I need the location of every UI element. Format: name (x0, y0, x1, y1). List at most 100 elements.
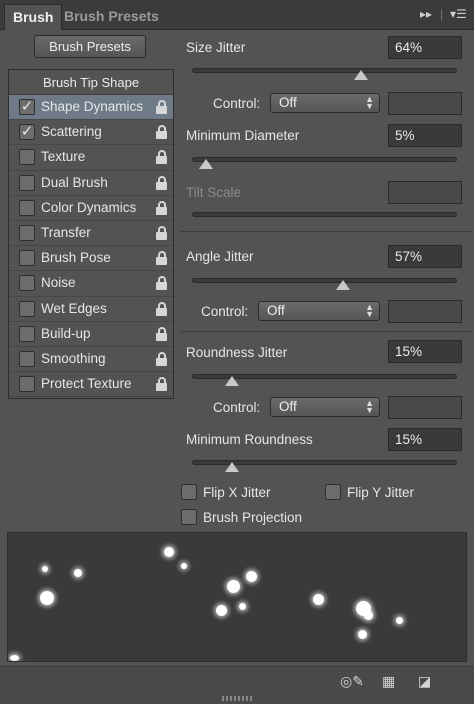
lock-icon[interactable] (155, 150, 167, 165)
minimum-roundness-thumb[interactable] (225, 462, 240, 472)
sidebar-item-checkbox[interactable] (19, 350, 35, 367)
angle-control-label: Control: (201, 304, 249, 319)
brush-dab (313, 594, 324, 605)
minimum-diameter-label: Minimum Diameter (186, 128, 300, 143)
sidebar-item-transfer[interactable]: Transfer (9, 221, 173, 247)
angle-control-extra-field (388, 300, 462, 323)
angle-jitter-slider[interactable] (192, 278, 457, 290)
sidebar-item-label: Wet Edges (41, 300, 107, 316)
brush-options-list: Brush Tip Shape ✓ Shape Dynamics ✓ Scatteri… (8, 69, 174, 399)
minimum-diameter-thumb[interactable] (199, 159, 214, 169)
sidebar-item-checkbox[interactable] (19, 376, 35, 393)
updown-arrow-icon: ▲ ▼ (365, 398, 374, 415)
brush-tip-shape-item[interactable]: Brush Tip Shape (9, 70, 173, 95)
brush-dab (246, 571, 257, 582)
sidebar-item-shape-dynamics[interactable]: ✓ Shape Dynamics (9, 95, 173, 121)
panel-menu-icon[interactable]: ▾☰ (450, 7, 467, 21)
sidebar-item-checkbox[interactable] (19, 325, 35, 342)
size-jitter-field[interactable]: 64% (388, 36, 462, 59)
minimum-roundness-label: Minimum Roundness (186, 432, 313, 447)
sidebar-item-label: Build-up (41, 325, 91, 341)
angle-jitter-thumb[interactable] (335, 280, 350, 290)
size-control-select[interactable]: Off ▲ ▼ (270, 93, 380, 113)
minimum-roundness-slider[interactable] (192, 460, 457, 472)
sidebar-item-dual-brush[interactable]: Dual Brush (9, 171, 173, 196)
sidebar-item-checkbox[interactable]: ✓ (19, 99, 35, 115)
sidebar-item-checkbox[interactable] (19, 174, 35, 191)
brush-dab (216, 605, 227, 616)
sidebar-item-scattering[interactable]: ✓ Scattering (9, 120, 173, 146)
flip-x-checkbox[interactable] (181, 484, 197, 500)
lock-icon[interactable] (155, 251, 167, 266)
lock-icon[interactable] (155, 276, 167, 291)
lock-icon[interactable] (155, 351, 167, 366)
sidebar-item-protect-texture[interactable]: Protect Texture (9, 372, 173, 398)
flip-y-label: Flip Y Jitter (347, 485, 415, 500)
lock-icon[interactable] (155, 225, 167, 240)
panel-footer: ◎✎ ▦ ◪ (0, 666, 474, 704)
resize-grip[interactable] (222, 696, 252, 701)
lock-icon[interactable] (155, 175, 167, 190)
angle-jitter-field[interactable]: 57% (388, 245, 462, 268)
sidebar-item-checkbox[interactable] (19, 149, 35, 166)
size-control-label: Control: (213, 96, 261, 111)
brush-dab (181, 563, 187, 569)
sidebar-item-label: Color Dynamics (41, 199, 137, 215)
lock-icon[interactable] (155, 326, 167, 341)
sidebar-item-label: Texture (41, 149, 86, 165)
sidebar-item-label: Brush Pose (41, 250, 111, 266)
tab-bar: Brush Brush Presets ▸▸ | ▾☰ (0, 0, 474, 30)
minimum-diameter-field[interactable]: 5% (388, 124, 462, 147)
sidebar-item-smoothing[interactable]: Smoothing (9, 347, 173, 373)
angle-control-value: Off (267, 303, 285, 318)
size-control-extra-field (388, 92, 462, 115)
tab-brush[interactable]: Brush (4, 4, 63, 30)
sidebar-item-checkbox[interactable] (19, 199, 35, 216)
new-preset-icon[interactable]: ◪ (418, 673, 431, 690)
sidebar-item-label: Scattering (41, 124, 102, 140)
brush-dab (164, 547, 174, 557)
roundness-control-select[interactable]: Off ▲ ▼ (270, 397, 380, 417)
lock-icon[interactable] (155, 377, 167, 392)
brush-presets-button[interactable]: Brush Presets (34, 35, 146, 58)
sidebar-item-color-dynamics[interactable]: Color Dynamics (9, 196, 173, 221)
sidebar-item-checkbox[interactable]: ✓ (19, 124, 35, 141)
lock-icon[interactable] (155, 125, 167, 140)
roundness-jitter-slider[interactable] (192, 374, 457, 386)
angle-control-select[interactable]: Off ▲ ▼ (258, 301, 380, 321)
grid-icon[interactable]: ▦ (382, 673, 395, 690)
sidebar-item-checkbox[interactable] (19, 224, 35, 241)
flip-y-checkbox[interactable] (325, 484, 341, 500)
brush-projection-label: Brush Projection (203, 510, 303, 525)
tab-brush-presets[interactable]: Brush Presets (56, 4, 167, 30)
lock-icon[interactable] (155, 301, 167, 316)
double-chevron-right-icon[interactable]: ▸▸ (420, 7, 432, 21)
sidebar-item-wet-edges[interactable]: Wet Edges (9, 297, 173, 322)
sidebar-item-build-up[interactable]: Build-up (9, 322, 173, 347)
minimum-diameter-slider[interactable] (192, 157, 457, 169)
roundness-jitter-label: Roundness Jitter (186, 345, 288, 360)
eye-brush-icon[interactable]: ◎✎ (340, 673, 364, 690)
roundness-jitter-thumb[interactable] (225, 376, 240, 386)
sidebar-item-label: Noise (41, 275, 76, 291)
sidebar-item-label: Transfer (41, 224, 91, 240)
sidebar-item-checkbox[interactable] (19, 300, 35, 317)
lock-icon[interactable] (155, 200, 167, 215)
sidebar-item-checkbox[interactable] (19, 275, 35, 292)
sidebar-item-label: Shape Dynamics (41, 99, 144, 114)
brush-dab (42, 566, 48, 572)
roundness-jitter-field[interactable]: 15% (388, 340, 462, 363)
sidebar-item-texture[interactable]: Texture (9, 145, 173, 171)
divider (180, 231, 472, 232)
sidebar-item-noise[interactable]: Noise (9, 271, 173, 297)
size-jitter-slider[interactable] (192, 68, 457, 80)
brush-projection-checkbox[interactable] (181, 509, 197, 525)
size-jitter-thumb[interactable] (354, 70, 369, 80)
brush-dab (364, 611, 373, 620)
sidebar-item-brush-pose[interactable]: Brush Pose (9, 246, 173, 272)
sidebar-item-checkbox[interactable] (19, 250, 35, 267)
lock-icon[interactable] (155, 100, 167, 114)
minimum-roundness-field[interactable]: 15% (388, 428, 462, 451)
tilt-scale-slider (192, 212, 457, 217)
size-jitter-label: Size Jitter (186, 40, 246, 55)
